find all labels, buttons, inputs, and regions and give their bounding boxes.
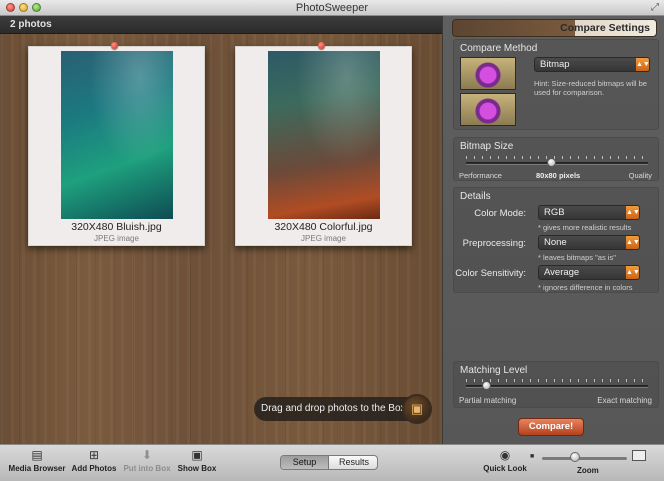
photo-card[interactable]: 320X480 Bluish.jpg JPEG image: [28, 42, 205, 246]
bitmap-size-section: Bitmap Size Performance 80x80 pixels Qua…: [453, 137, 659, 181]
section-title: Matching Level: [460, 365, 528, 376]
put-into-box-label: Put into Box: [123, 464, 171, 473]
photo-type: JPEG image: [94, 234, 139, 243]
color-sensitivity-note: * ignores difference in colors: [538, 283, 633, 292]
photo-thumbnail[interactable]: [61, 51, 173, 219]
tab-setup[interactable]: Setup: [281, 456, 329, 469]
color-sensitivity-label: Color Sensitivity:: [455, 268, 526, 279]
bitmap-size-value: 80x80 pixels: [536, 171, 581, 180]
details-section: Details Color Mode: RGB ▲▼ * gives more …: [453, 187, 659, 293]
zoom-slider-knob[interactable]: [570, 452, 580, 462]
bottom-toolbar: ▤ Media Browser ⊞ Add Photos ⬇ Put into …: [0, 444, 664, 481]
dropdown-arrow-icon: ▲▼: [626, 206, 640, 219]
compare-settings-tab[interactable]: Compare Settings: [452, 19, 657, 37]
slider-ticks: [466, 379, 648, 382]
box-icon[interactable]: ▣: [402, 394, 432, 424]
dropdown-arrow-icon: ▲▼: [626, 236, 640, 249]
performance-label: Performance: [459, 171, 502, 180]
compare-method-section: Compare Method Bitmap ▲▼ Hint: Size-redu…: [453, 39, 659, 130]
tab-label: Compare Settings: [560, 22, 650, 34]
compare-method-value: Bitmap: [540, 59, 570, 70]
media-browser-icon: ▤: [31, 448, 43, 462]
dropdown-arrow-icon: ▲▼: [636, 58, 650, 71]
photo-count: 2 photos: [10, 19, 52, 30]
section-title: Bitmap Size: [460, 141, 514, 152]
exact-matching-label: Exact matching: [597, 396, 652, 405]
matching-level-slider-knob[interactable]: [482, 381, 491, 390]
title-bar: PhotoSweeper ⤢: [0, 0, 664, 16]
preprocessing-select[interactable]: None ▲▼: [538, 235, 640, 250]
section-title: Compare Method: [460, 43, 538, 54]
media-browser-button[interactable]: ▤ Media Browser: [6, 448, 68, 473]
color-mode-note: * gives more realistic results: [538, 223, 632, 232]
put-into-box-icon: ⬇: [141, 448, 153, 462]
quality-label: Quality: [628, 171, 652, 180]
eye-icon: ◉: [499, 448, 511, 462]
show-box-icon: ▣: [191, 448, 203, 462]
zoom-out-icon: ■: [530, 453, 535, 460]
show-box-label: Show Box: [177, 464, 217, 473]
section-title: Details: [460, 191, 491, 202]
zoom-in-icon: [632, 450, 646, 461]
zoom-label: Zoom: [577, 466, 599, 475]
quick-look-label: Quick Look: [483, 464, 527, 473]
add-photos-icon: ⊞: [88, 448, 100, 462]
preprocessing-value: None: [544, 237, 567, 248]
view-segmented-control: Setup Results: [280, 455, 378, 470]
pin-icon: [318, 42, 325, 49]
photo-name: 320X480 Colorful.jpg: [274, 221, 373, 233]
settings-panel: Compare Settings Compare Method Bitmap ▲…: [442, 16, 664, 444]
color-mode-value: RGB: [544, 207, 565, 218]
zoom-slider[interactable]: [542, 457, 627, 460]
photo-name: 320X480 Bluish.jpg: [71, 221, 162, 233]
photo-card[interactable]: 320X480 Colorful.jpg JPEG image: [235, 42, 412, 246]
color-mode-label: Color Mode:: [474, 208, 526, 219]
show-box-button[interactable]: ▣ Show Box: [176, 448, 218, 473]
compare-method-hint: Hint: Size-reduced bitmaps will be used …: [534, 79, 647, 97]
preprocessing-label: Preprocessing:: [462, 238, 526, 249]
preview-thumbnail: [460, 93, 516, 126]
color-sensitivity-value: Average: [544, 267, 580, 278]
preview-thumbnail: [460, 57, 516, 90]
window-title: PhotoSweeper: [295, 2, 369, 14]
color-sensitivity-select[interactable]: Average ▲▼: [538, 265, 640, 280]
matching-level-slider[interactable]: [466, 385, 648, 388]
photo-count-bar: 2 photos: [0, 16, 442, 34]
pin-icon: [111, 42, 118, 49]
photo-board[interactable]: 2 photos 320X480 Bluish.jpg JPEG image 3…: [0, 16, 442, 444]
compare-method-select[interactable]: Bitmap ▲▼: [534, 57, 650, 72]
compare-button[interactable]: Compare!: [518, 418, 584, 436]
preprocessing-note: * leaves bitmaps "as is": [538, 253, 616, 262]
bitmap-size-slider[interactable]: [466, 162, 648, 165]
dropdown-arrow-icon: ▲▼: [626, 266, 640, 279]
media-browser-label: Media Browser: [8, 464, 66, 473]
bitmap-size-slider-knob[interactable]: [547, 158, 556, 167]
photo-type: JPEG image: [301, 234, 346, 243]
put-into-box-button[interactable]: ⬇ Put into Box: [121, 448, 173, 473]
slider-ticks: [466, 156, 648, 159]
photo-thumbnail[interactable]: [268, 51, 380, 219]
quick-look-button[interactable]: ◉ Quick Look: [482, 448, 528, 473]
color-mode-select[interactable]: RGB ▲▼: [538, 205, 640, 220]
add-photos-button[interactable]: ⊞ Add Photos: [71, 448, 117, 473]
tab-results[interactable]: Results: [330, 456, 377, 469]
matching-level-section: Matching Level Partial matching Exact ma…: [453, 361, 659, 408]
add-photos-label: Add Photos: [71, 464, 117, 473]
fullscreen-icon[interactable]: ⤢: [651, 2, 659, 13]
partial-matching-label: Partial matching: [459, 396, 517, 405]
